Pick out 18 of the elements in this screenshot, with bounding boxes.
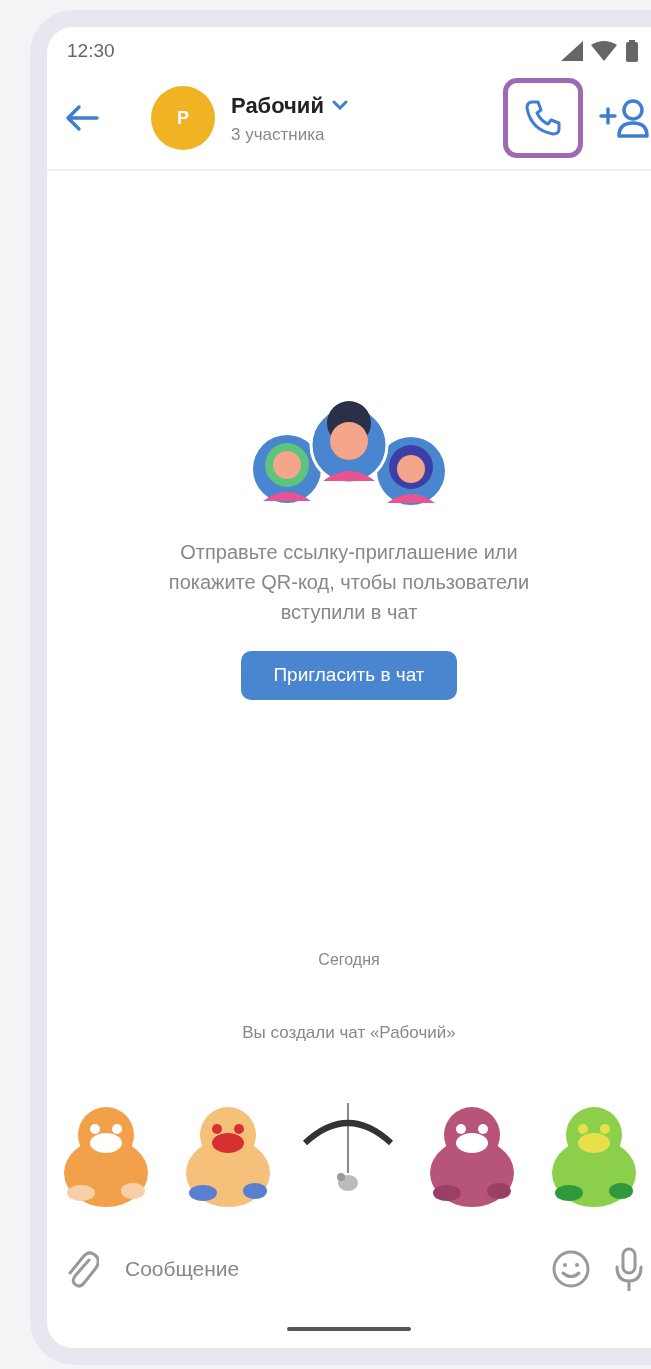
service-message: Вы создали чат «Рабочий»: [242, 1021, 456, 1044]
add-member-icon[interactable]: [599, 98, 651, 138]
wifi-icon: [591, 41, 617, 61]
status-time: 12:30: [67, 38, 115, 63]
battery-icon: [625, 40, 639, 62]
member-count: 3 участника: [231, 123, 326, 146]
chat-avatar: Р: [151, 86, 215, 150]
microphone-icon[interactable]: [615, 1247, 643, 1291]
invite-button[interactable]: Пригласить в чат: [241, 651, 457, 700]
invite-description: Отправьте ссылку-приглашение или покажите QR-код, чтобы пользователи вступили в чат: [167, 540, 531, 625]
call-button[interactable]: [503, 78, 583, 158]
phone-icon: [523, 98, 563, 138]
chat-title[interactable]: Рабочий: [231, 88, 324, 122]
signal-icon: [561, 41, 583, 61]
emoji-icon[interactable]: [551, 1249, 591, 1289]
chevron-down-icon[interactable]: [331, 100, 348, 111]
back-icon[interactable]: [65, 104, 99, 132]
date-separator: Сегодня: [318, 949, 380, 970]
